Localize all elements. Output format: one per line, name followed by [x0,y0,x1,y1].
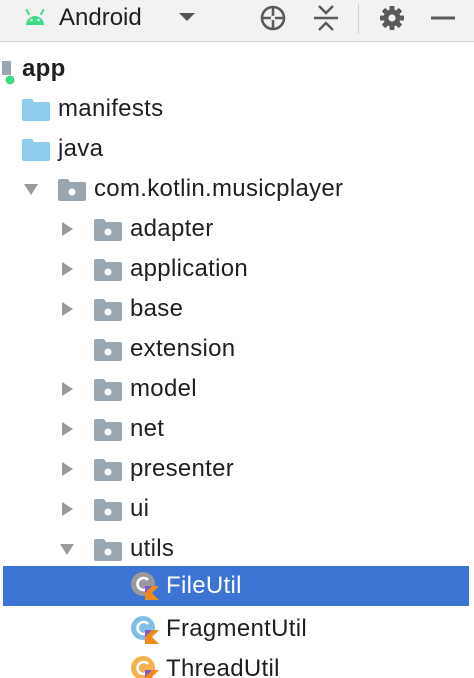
package-icon [94,339,122,361]
tree-item-label: java [58,135,104,162]
tree-item-threadutil[interactable]: ThreadUtil [0,649,474,678]
tree-item-label: manifests [58,95,164,122]
tree-item-fileutil[interactable]: FileUtil [3,566,469,606]
tree-item-adapter[interactable]: adapter [0,209,474,249]
tree-item-extension[interactable]: extension [0,329,474,369]
folder-icon [22,139,50,161]
tree-item-label: base [130,295,184,322]
tree-item-manifests[interactable]: manifests [0,89,474,129]
tree-item-label: model [130,375,197,402]
kotlin-file-icon [131,572,159,600]
project-tree: app manifests java com.kotlin.musicplaye… [0,43,474,678]
tree-item-ui[interactable]: ui [0,489,474,529]
gear-icon[interactable] [378,4,406,32]
package-icon [94,459,122,481]
tree-item-label: FragmentUtil [166,615,307,642]
minus-icon[interactable] [429,4,457,32]
tree-item-label: net [130,415,165,442]
chevron-down-icon[interactable] [23,181,39,197]
tree-item-com-kotlin-musicplayer[interactable]: com.kotlin.musicplayer [0,169,474,209]
package-icon [94,299,122,321]
package-icon [58,179,86,201]
tree-item-label: presenter [130,455,235,482]
tree-item-net[interactable]: net [0,409,474,449]
package-icon [94,539,122,561]
tree-item-label: app [22,55,66,82]
package-icon [94,219,122,241]
tree-item-label: ui [130,495,150,522]
android-icon [25,9,45,25]
tree-item-model[interactable]: model [0,369,474,409]
tree-item-application[interactable]: application [0,249,474,289]
package-icon [94,259,122,281]
chevron-right-icon[interactable] [59,261,75,277]
chevron-down-icon[interactable] [177,11,197,23]
tree-item-app[interactable]: app [0,49,474,89]
tree-item-label: extension [130,335,236,362]
toolbar-separator [358,4,359,34]
chevron-right-icon[interactable] [59,501,75,517]
kotlin-file-icon [131,616,159,644]
tree-item-label: application [130,255,249,282]
folder-icon [22,99,50,121]
chevron-right-icon[interactable] [59,421,75,437]
chevron-right-icon[interactable] [59,461,75,477]
project-view-selector[interactable]: Android [59,3,142,33]
package-icon [94,499,122,521]
chevron-right-icon[interactable] [59,221,75,237]
module-icon [2,61,15,85]
tree-item-base[interactable]: base [0,289,474,329]
tree-item-label: adapter [130,215,214,242]
chevron-down-icon[interactable] [59,541,75,557]
package-icon [94,379,122,401]
package-icon [94,419,122,441]
tree-item-label: FileUtil [166,572,242,599]
tree-item-java[interactable]: java [0,129,474,169]
kotlin-file-icon [131,656,159,678]
tree-item-label: ThreadUtil [166,655,280,678]
tree-item-label: com.kotlin.musicplayer [94,175,344,202]
project-toolbar: Android [0,0,474,42]
tree-item-fragmentutil[interactable]: FragmentUtil [0,609,474,649]
chevron-right-icon[interactable] [59,301,75,317]
crosshair-icon[interactable] [259,4,287,32]
tree-item-utils[interactable]: utils [0,529,474,569]
collapse-all-icon[interactable] [312,4,340,32]
tree-item-label: utils [130,535,175,562]
tree-item-presenter[interactable]: presenter [0,449,474,489]
chevron-right-icon[interactable] [59,381,75,397]
